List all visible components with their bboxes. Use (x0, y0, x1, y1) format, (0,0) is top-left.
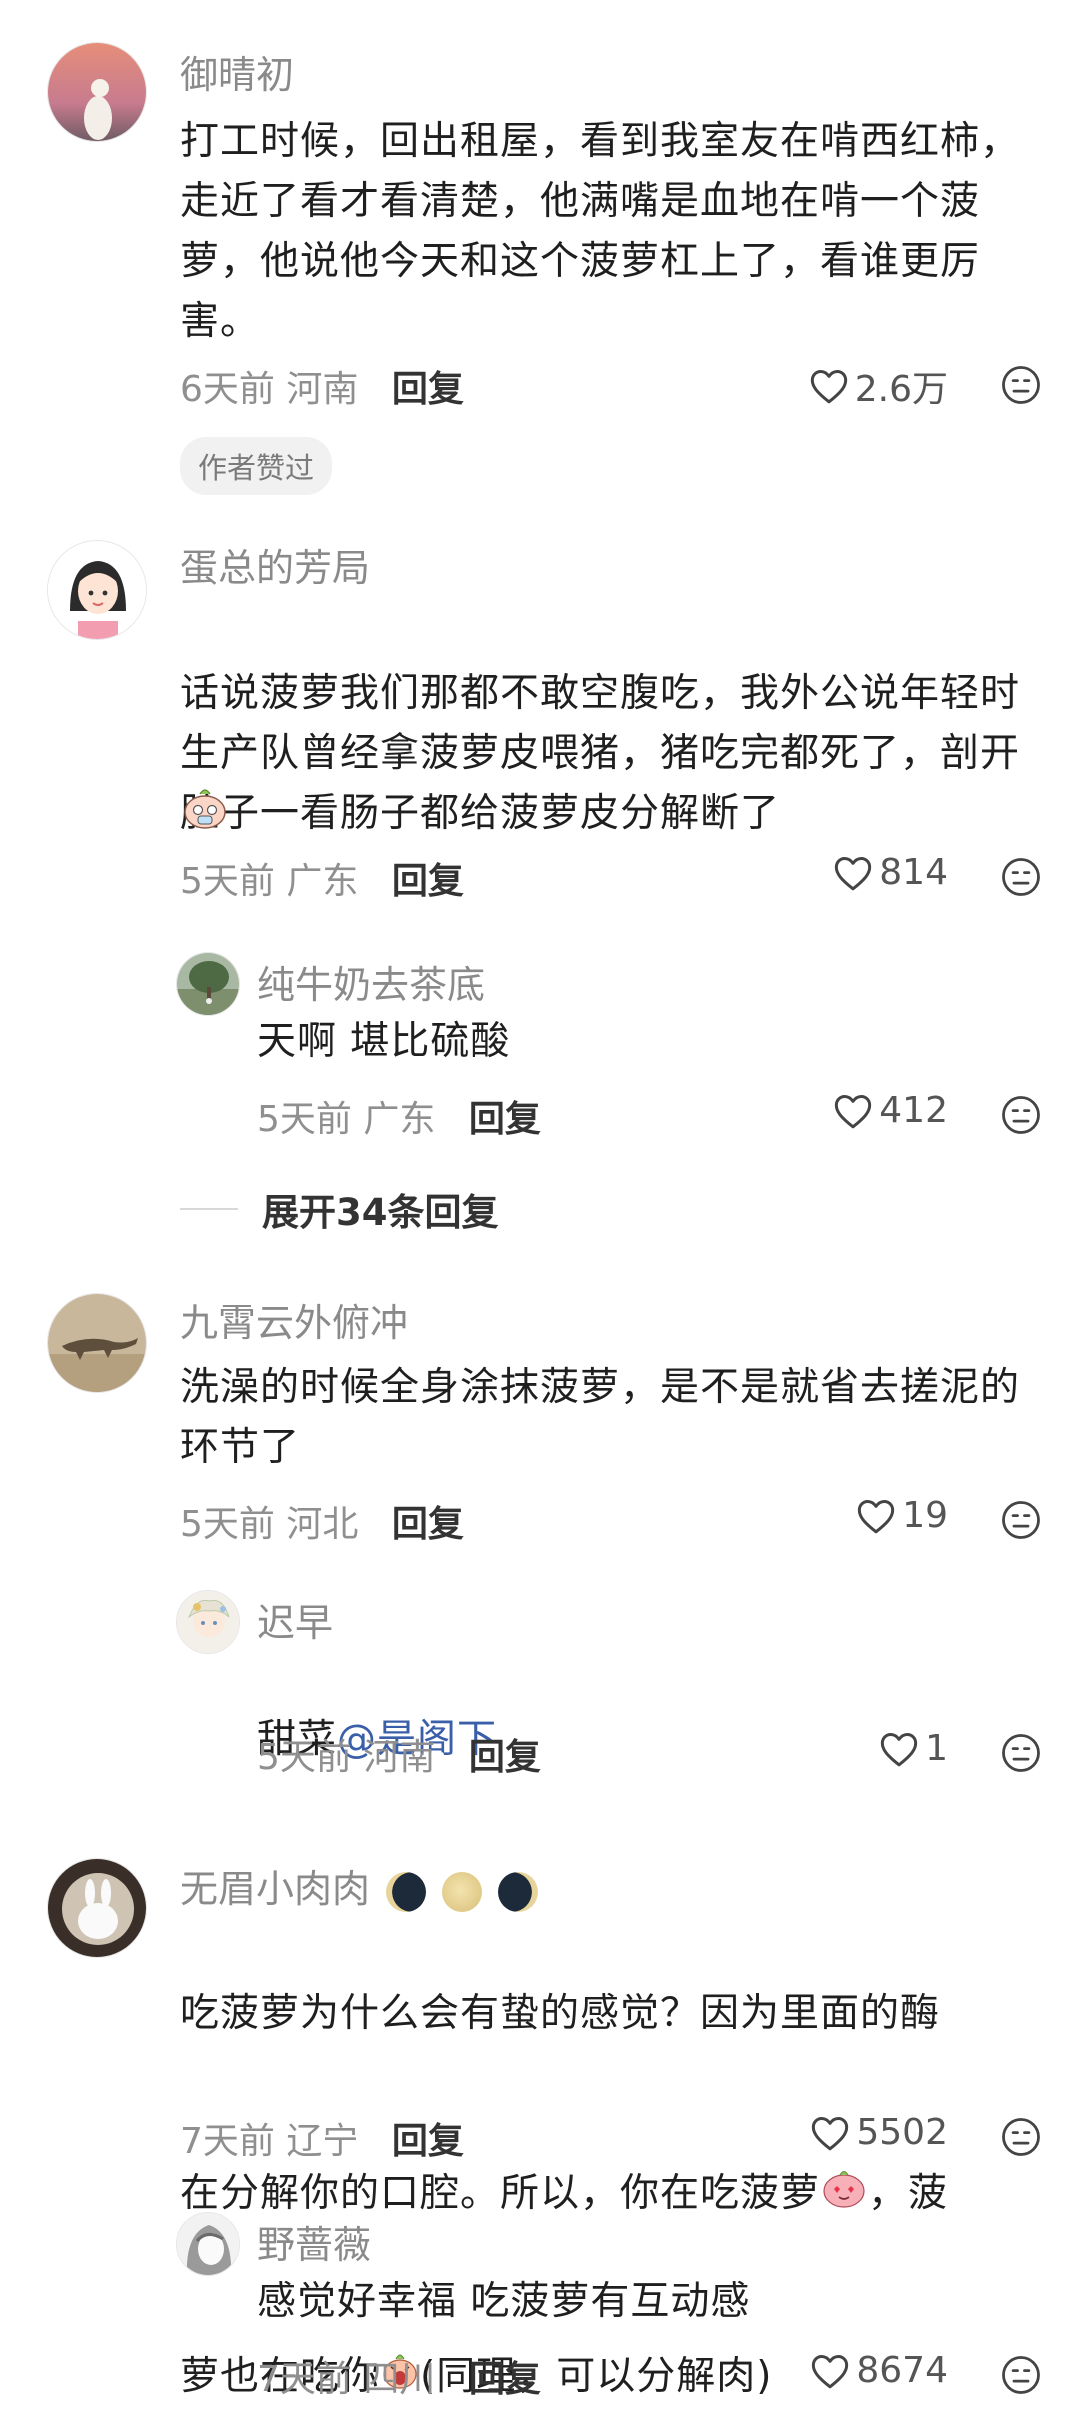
like-count: 19 (902, 1495, 948, 1536)
like-button[interactable]: 412 (833, 1090, 948, 1131)
comment-meta: 6天前 河南 回复 (180, 360, 464, 412)
reply-button[interactable]: 回复 (469, 1737, 541, 1778)
heart-outline-icon (812, 2354, 849, 2388)
avatar[interactable] (47, 1293, 147, 1393)
location: 河南 (286, 369, 359, 410)
location: 四川 (363, 2359, 436, 2400)
location: 辽宁 (286, 2121, 359, 2162)
moon-crescent-icon (498, 1871, 539, 1912)
username[interactable]: 无眉小肉肉 (180, 1858, 539, 1913)
like-button[interactable]: 5502 (810, 2112, 948, 2153)
moon-full-icon (442, 1871, 483, 1912)
like-count: 412 (879, 1090, 948, 1131)
reply-button[interactable]: 回复 (392, 861, 464, 902)
expand-replies-button[interactable]: 展开34条回复 (180, 1182, 499, 1236)
username-text: 无眉小肉肉 (180, 1867, 371, 1911)
reply-avatar[interactable] (176, 1590, 240, 1654)
reply-avatar[interactable] (176, 952, 240, 1016)
time: 5天前 (180, 861, 275, 902)
location: 广东 (363, 1099, 436, 1140)
neutral-face-icon[interactable] (1000, 1094, 1042, 1140)
divider-line (180, 1208, 238, 1210)
neutral-face-icon[interactable] (1000, 2354, 1042, 2400)
reply-username[interactable]: 纯牛奶去茶底 (257, 954, 485, 1009)
heart-outline-icon (858, 1499, 895, 1533)
comment-meta: 5天前 广东 回复 (180, 852, 464, 904)
reply-username[interactable]: 迟早 (257, 1592, 333, 1647)
comment-text: 话说菠萝我们那都不敢空腹吃，我外公说年轻时生产队曾经拿菠萝皮喂猪，猪吃完都死了，… (180, 604, 1025, 844)
neutral-face-icon[interactable] (1000, 856, 1042, 902)
time: 5天前 (180, 1504, 275, 1545)
reply-avatar[interactable] (176, 2212, 240, 2276)
like-button[interactable]: 2.6万 (809, 360, 948, 412)
comment-text-content: 话说菠萝我们那都不敢空腹吃，我外公说年轻时生产队曾经拿菠萝皮喂猪，猪吃完都死了，… (180, 671, 1021, 836)
time: 7天前 (257, 2359, 352, 2400)
heart-outline-icon (810, 370, 847, 404)
like-button[interactable]: 8674 (810, 2350, 948, 2391)
comment-text-line2b: ，菠 (868, 2171, 949, 2216)
reply-button[interactable]: 回复 (392, 2121, 464, 2162)
heart-outline-icon (835, 1094, 872, 1128)
username[interactable]: 蛋总的芳局 (180, 537, 370, 592)
reply-text: 感觉好幸福 吃菠萝有互动感 (257, 2279, 751, 2324)
emoji-sticker (180, 782, 230, 834)
author-liked-badge: 作者赞过 (180, 437, 333, 495)
neutral-face-icon[interactable] (1000, 1499, 1042, 1545)
reply-button[interactable]: 回复 (469, 2359, 541, 2400)
reply-meta: 5天前 广东 回复 (257, 1090, 541, 1142)
location: 河南 (363, 1737, 436, 1778)
location: 河北 (286, 1504, 359, 1545)
neutral-face-icon[interactable] (1000, 364, 1042, 410)
comment-text-line1: 吃菠萝为什么会有蛰的感觉？因为里面的酶 (180, 1991, 941, 2036)
time: 7天前 (180, 2121, 275, 2162)
comment-text: 洗澡的时候全身涂抹菠萝，是不是就省去搓泥的环节了 (180, 1365, 1021, 1470)
reply-button[interactable]: 回复 (392, 369, 464, 410)
reply-username[interactable]: 野蔷薇 (257, 2214, 371, 2269)
time: 5天前 (257, 1099, 352, 1140)
neutral-face-icon[interactable] (1000, 1732, 1042, 1778)
comment-text: 打工时候，回出租屋，看到我室友在啃西红柿，走近了看才看清楚，他满嘴是血地在啃一个… (180, 119, 1021, 344)
like-count: 5502 (856, 2112, 948, 2153)
like-count: 814 (879, 852, 948, 893)
comment-text-line2a: 在分解你的口腔。所以，你在吃菠萝 (180, 2171, 821, 2216)
like-button[interactable]: 1 (879, 1728, 948, 1769)
reply-button[interactable]: 回复 (469, 1099, 541, 1140)
reply-meta: 5天前 河南 回复 (257, 1728, 541, 1780)
reply-text: 天啊 堪比硫酸 (257, 1019, 511, 1064)
moon-new-icon (386, 1871, 427, 1912)
reply-meta: 7天前 四川 回复 (257, 2350, 541, 2402)
heart-outline-icon (812, 2116, 849, 2150)
username[interactable]: 九霄云外俯冲 (180, 1292, 408, 1347)
avatar[interactable] (47, 540, 147, 640)
time: 5天前 (257, 1737, 352, 1778)
comment-meta: 5天前 河北 回复 (180, 1495, 464, 1547)
like-button[interactable]: 814 (833, 852, 948, 893)
reply-button[interactable]: 回复 (392, 1504, 464, 1545)
like-button[interactable]: 19 (856, 1495, 948, 1536)
username[interactable]: 御晴初 (180, 44, 294, 99)
heart-outline-icon (835, 856, 872, 890)
like-count: 2.6万 (854, 369, 948, 410)
avatar[interactable] (47, 42, 147, 142)
comment-text: 吃菠萝为什么会有蛰的感觉？因为里面的酶 在分解你的口腔。所以，你在吃菠萝 ，菠 萝… (180, 1924, 1025, 2409)
avatar[interactable] (47, 1858, 147, 1958)
like-count: 1 (925, 1728, 948, 1769)
neutral-face-icon[interactable] (1000, 2116, 1042, 2162)
expand-replies-label: 展开34条回复 (262, 1191, 499, 1234)
location: 广东 (286, 861, 359, 902)
time: 6天前 (180, 369, 275, 410)
love-face-emoji (820, 2165, 868, 2227)
comment-meta: 7天前 辽宁 回复 (180, 2112, 464, 2164)
heart-outline-icon (880, 1732, 918, 1766)
like-count: 8674 (856, 2350, 948, 2391)
